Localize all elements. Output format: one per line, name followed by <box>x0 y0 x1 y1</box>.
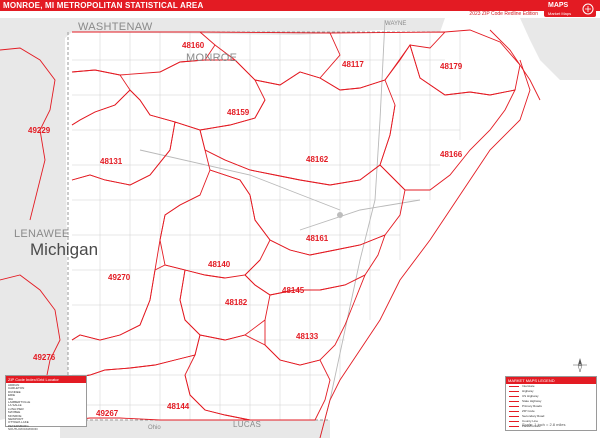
map-title: MONROE, MI METROPOLITAN STATISTICAL AREA <box>3 1 204 10</box>
zip-index-rows: ADRIAN CARLETON DUNDEE ERIE IDA LAMBERTV… <box>6 383 86 433</box>
legend-item-label: State Highway <box>522 399 542 403</box>
north-arrow-icon <box>573 358 587 372</box>
publisher-logo: MAPS Market Maps <box>544 1 596 17</box>
zip-label: 49267 <box>96 409 119 418</box>
zip-index-legend: ZIP Code Index/Grid Locator ADRIAN CARLE… <box>5 375 87 431</box>
zip-label: 48161 <box>306 234 329 243</box>
legend-swatch <box>509 401 519 402</box>
label-ohio: Ohio <box>148 425 161 431</box>
legend-item-label: Primary Roads <box>522 404 542 408</box>
state-label: Michigan <box>30 240 99 259</box>
legend-item-label: US Highway <box>522 394 539 398</box>
zip-label: 49276 <box>33 353 56 362</box>
legend-row: SOUTH ROCKWOOD <box>8 427 38 432</box>
county-label-monroe: MONROE <box>186 52 238 64</box>
zip-label: 48144 <box>167 402 190 411</box>
legend-swatch <box>509 406 519 407</box>
county-label-lucas: LUCAS <box>233 420 262 429</box>
zip-label: 48160 <box>182 41 205 50</box>
zip-label: 48179 <box>440 62 463 71</box>
legend-swatch <box>509 411 519 412</box>
map-frame: MONROE, MI METROPOLITAN STATISTICAL AREA… <box>0 0 600 438</box>
logo-sub-text: Market Maps <box>548 11 572 16</box>
legend-swatch <box>509 391 519 392</box>
map-legend-title: MARKET MAPS LEGEND <box>506 377 596 384</box>
legend-item-label: Secondary Road <box>522 414 545 418</box>
subtitle-line: 2023 ZIP Code Redline Edition <box>0 11 600 18</box>
zip-label: 48145 <box>282 286 305 295</box>
zip-label: 48166 <box>440 150 463 159</box>
legend-swatch <box>509 421 519 422</box>
zip-index-title: ZIP Code Index/Grid Locator <box>6 376 86 383</box>
zip-label: 48117 <box>342 60 364 69</box>
legend-swatch <box>509 426 519 427</box>
zip-label: 49270 <box>108 273 131 282</box>
monroe-city-marker <box>337 212 343 218</box>
legend-item-label: Highway <box>522 389 534 393</box>
map-canvas <box>0 18 600 438</box>
edition-label: 2023 ZIP Code Redline Edition <box>469 11 538 17</box>
zip-label: 48162 <box>306 155 329 164</box>
legend-item-label: ZIP Code <box>522 409 535 413</box>
scale-label: Scale: 1 inch = 2.8 miles <box>522 422 566 427</box>
county-label-washtenaw: WASHTENAW <box>78 21 153 33</box>
zip-label: 48182 <box>225 298 248 307</box>
ohio-shade <box>60 420 330 438</box>
zip-label: 48140 <box>208 260 231 269</box>
zip-label: 48131 <box>100 157 123 166</box>
label-wayne: WAYNE <box>385 21 407 27</box>
logo-brand-text: MAPS <box>548 2 569 9</box>
legend-swatch <box>509 396 519 397</box>
legend-item-label: Interstate <box>522 384 535 388</box>
zip-label: 48159 <box>227 108 250 117</box>
title-bar: MONROE, MI METROPOLITAN STATISTICAL AREA <box>0 0 600 11</box>
county-label-lenawee: LENAWEE <box>14 228 70 240</box>
legend-swatch <box>509 386 519 387</box>
zip-label: 49229 <box>28 126 51 135</box>
zip-label: 48133 <box>296 332 319 341</box>
legend-swatch <box>509 416 519 417</box>
